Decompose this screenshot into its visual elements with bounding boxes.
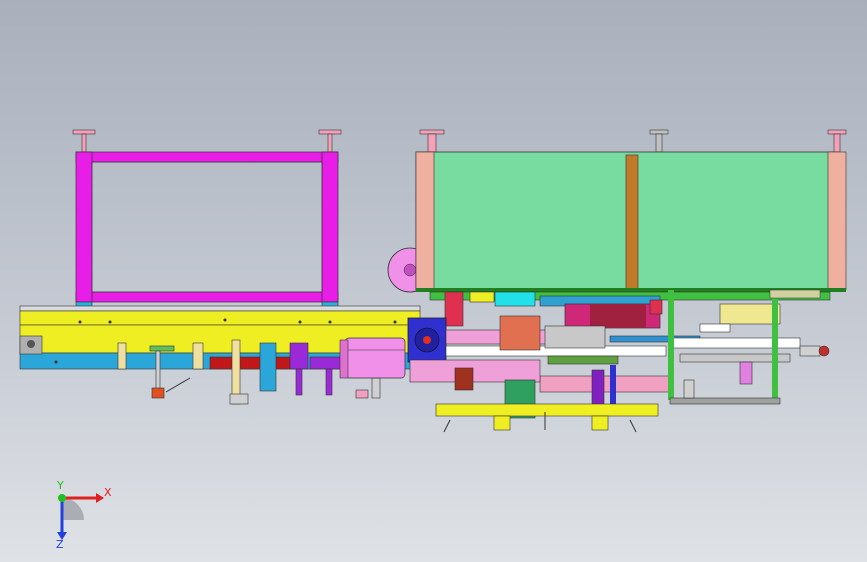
yellow-base-frame	[435, 403, 659, 417]
cabinet-feet	[419, 129, 847, 153]
y-axis-dot-icon	[58, 494, 66, 502]
left-frame-assembly[interactable]	[72, 129, 342, 325]
leveling-foot-left	[72, 129, 96, 153]
triad-plane-shade	[62, 498, 84, 520]
x-axis-label: X	[104, 486, 112, 499]
leveling-foot-right	[318, 129, 342, 153]
y-axis-label: Y	[56, 479, 64, 492]
cabinet-panel	[415, 151, 835, 291]
cad-viewport[interactable]: X Y Z	[0, 0, 867, 562]
z-axis-label: Z	[56, 538, 64, 548]
machine-assembly-model[interactable]	[0, 0, 867, 562]
cabinet-divider	[625, 154, 639, 290]
right-cabinet-assembly[interactable]	[387, 129, 847, 293]
pneumatic-cylinder[interactable]	[339, 337, 406, 379]
drive-mechanism[interactable]	[407, 289, 831, 433]
magenta-frame	[75, 151, 339, 303]
orientation-triad[interactable]: X Y Z	[40, 478, 120, 548]
